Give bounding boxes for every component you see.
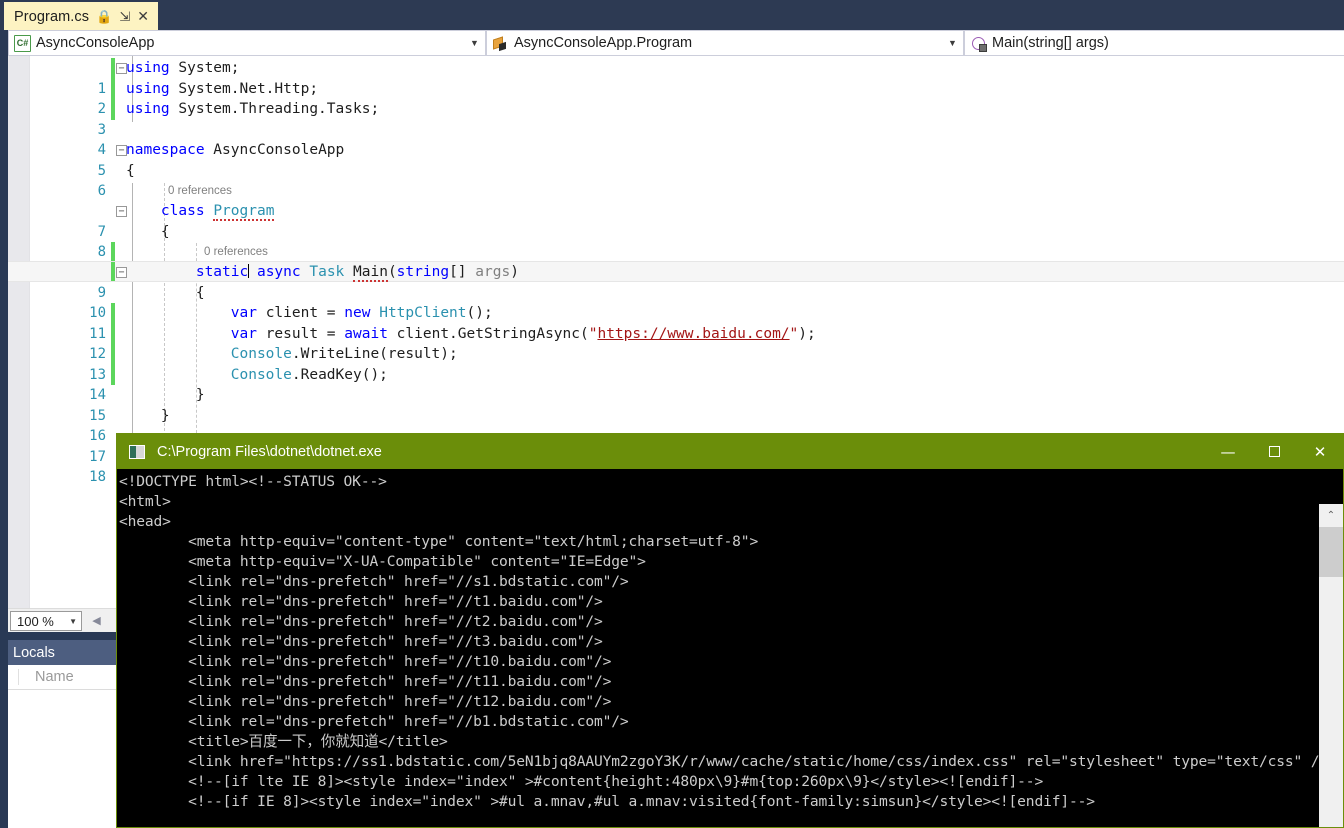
close-button[interactable]: ✕ <box>1297 434 1343 469</box>
change-bar <box>111 344 115 365</box>
change-bar <box>111 99 115 120</box>
code-text: } <box>126 406 170 427</box>
code-text: using System; <box>126 58 240 79</box>
code-text: using System.Threading.Tasks; <box>126 99 379 120</box>
code-line[interactable]: 12 var result = await client.GetStringAs… <box>8 324 1344 345</box>
navbar-member-label: Main(string[] args) <box>987 35 1344 51</box>
locals-rows[interactable] <box>8 690 116 828</box>
locals-column-header[interactable]: Name <box>8 665 116 690</box>
console-app-icon <box>129 445 145 459</box>
maximize-icon <box>1269 446 1280 457</box>
navbar-type-dropdown[interactable]: AsyncConsoleApp.Program ▼ <box>486 30 964 56</box>
code-line[interactable]: 11 var client = new HttpClient(); <box>8 303 1344 324</box>
console-output-text: <!DOCTYPE html><!--STATUS OK--> <html> <… <box>119 472 1299 812</box>
codelens-label[interactable]: 0 references <box>168 181 232 202</box>
code-text: { <box>126 222 170 243</box>
code-line[interactable]: 7 − class Program <box>8 201 1344 222</box>
code-text: namespace AsyncConsoleApp <box>126 140 344 161</box>
code-line[interactable]: 1 − using System; <box>8 58 1344 79</box>
code-line[interactable]: 13 Console.WriteLine(result); <box>8 344 1344 365</box>
lock-icon: 🔒 <box>96 10 112 23</box>
console-scrollbar[interactable]: ⌃ <box>1319 504 1343 827</box>
tab-program-cs[interactable]: Program.cs 🔒 ⇲ ✕ <box>4 2 158 30</box>
close-icon[interactable]: ✕ <box>137 8 149 25</box>
console-output-area[interactable]: <!DOCTYPE html><!--STATUS OK--> <html> <… <box>117 469 1343 827</box>
navbar-project-dropdown[interactable]: C# AsyncConsoleApp ▼ <box>8 30 486 56</box>
code-text: var result = await client.GetStringAsync… <box>126 324 816 345</box>
tab-label: Program.cs <box>14 9 89 25</box>
code-text: { <box>126 161 135 182</box>
codelens-label[interactable]: 0 references <box>204 242 268 263</box>
pin-icon[interactable]: ⇲ <box>119 9 130 25</box>
scroll-up-icon[interactable]: ⌃ <box>1319 504 1343 526</box>
zoom-level-dropdown[interactable]: 100 % ▼ <box>10 611 82 631</box>
change-bar <box>111 79 115 100</box>
chevron-down-icon[interactable]: ▼ <box>469 38 485 48</box>
code-text: class Program <box>126 201 274 222</box>
console-window[interactable]: C:\Program Files\dotnet\dotnet.exe — ✕ <… <box>116 433 1344 828</box>
change-bar <box>111 242 115 263</box>
chevron-down-icon[interactable]: ▼ <box>947 38 963 48</box>
code-text: static async Task Main(string[] args) <box>126 262 519 283</box>
code-text: var client = new HttpClient(); <box>126 303 493 324</box>
code-line[interactable]: 3 using System.Threading.Tasks; <box>8 99 1344 120</box>
scrollbar-thumb[interactable] <box>1319 527 1343 577</box>
navbar-member-dropdown[interactable]: Main(string[] args) <box>964 30 1344 56</box>
code-line[interactable]: 10 { <box>8 283 1344 304</box>
code-text: using System.Net.Http; <box>126 79 318 100</box>
code-line[interactable]: 4 <box>8 120 1344 141</box>
class-icon <box>492 35 509 52</box>
code-line[interactable]: 6 { <box>8 161 1344 182</box>
code-line[interactable]: 5 − namespace AsyncConsoleApp <box>8 140 1344 161</box>
change-bar <box>111 262 115 281</box>
change-bar <box>111 58 115 79</box>
zoom-level-label: 100 % <box>17 614 54 629</box>
code-line[interactable]: 16 } <box>8 406 1344 427</box>
navbar-project-label: AsyncConsoleApp <box>31 35 469 51</box>
csharp-project-icon: C# <box>14 35 31 52</box>
code-line[interactable]: 14 Console.ReadKey(); <box>8 365 1344 386</box>
locals-column-name: Name <box>18 669 74 685</box>
tab-strip: Program.cs 🔒 ⇲ ✕ <box>0 0 1344 30</box>
navbar-type-label: AsyncConsoleApp.Program <box>509 35 947 51</box>
method-icon <box>970 35 987 52</box>
line-number: 18 <box>68 467 106 488</box>
chevron-down-icon[interactable]: ▼ <box>69 617 77 626</box>
change-bar <box>111 365 115 386</box>
text-cursor <box>248 264 249 278</box>
code-text: } <box>126 385 205 406</box>
hscroll-left-arrow[interactable]: ◀ <box>88 612 105 630</box>
code-text: Console.ReadKey(); <box>126 365 388 386</box>
visual-studio-window: Program.cs 🔒 ⇲ ✕ C# AsyncConsoleApp ▼ As… <box>0 0 1344 828</box>
locals-panel-title[interactable]: Locals <box>8 640 116 665</box>
code-line[interactable]: 2 using System.Net.Http; <box>8 79 1344 100</box>
window-controls: — ✕ <box>1205 434 1343 469</box>
url-link[interactable]: https://www.baidu.com/ <box>597 326 789 342</box>
change-bar <box>111 303 115 324</box>
code-text: Console.WriteLine(result); <box>126 344 458 365</box>
code-text: { <box>126 283 205 304</box>
code-line-current[interactable]: 9 − static async Task Main(string[] args… <box>8 261 1344 282</box>
console-title-label: C:\Program Files\dotnet\dotnet.exe <box>157 444 382 460</box>
codelens-method[interactable]: 0 references <box>8 242 1344 263</box>
code-line[interactable]: 15 } <box>8 385 1344 406</box>
codelens-class[interactable]: 0 references <box>8 181 1344 202</box>
code-line[interactable]: 8 { <box>8 222 1344 243</box>
change-bar <box>111 324 115 345</box>
minimize-button[interactable]: — <box>1205 434 1251 469</box>
console-title-bar[interactable]: C:\Program Files\dotnet\dotnet.exe — ✕ <box>117 434 1343 469</box>
maximize-button[interactable] <box>1251 434 1297 469</box>
